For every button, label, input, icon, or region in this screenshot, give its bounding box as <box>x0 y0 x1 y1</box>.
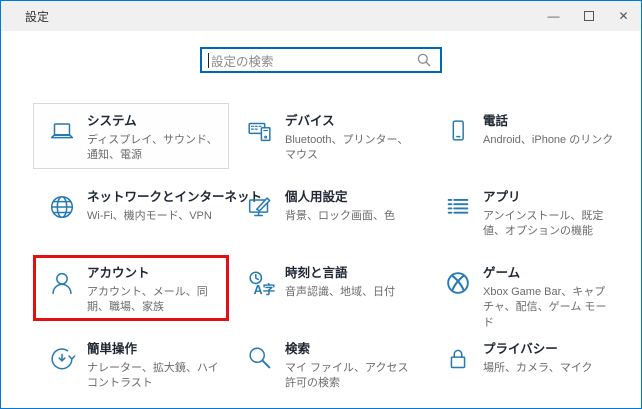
person-icon <box>47 268 77 298</box>
category-subtitle: ナレーター、拡大鏡、ハイコントラスト <box>87 362 219 390</box>
category-subtitle: Wi-Fi、機内モード、VPN <box>87 210 212 222</box>
category-title: プライバシー <box>483 342 558 356</box>
svg-text:A字: A字 <box>253 282 275 297</box>
settings-window: 設定 — ✕ 設定の検索 システムディスプレイ、サウンド、通知、電源 デバイス Bl… <box>0 0 642 409</box>
settings-search-input[interactable]: 設定の検索 <box>200 47 442 73</box>
category-title: 時刻と言語 <box>285 266 348 280</box>
lock-icon <box>443 344 473 374</box>
search-icon <box>416 52 432 68</box>
globe-icon <box>47 192 77 222</box>
category-title: ゲーム <box>483 266 521 280</box>
category-subtitle: マイ ファイル、アクセス許可の検索 <box>285 362 409 390</box>
close-button[interactable]: ✕ <box>606 1 641 31</box>
search-placeholder: 設定の検索 <box>211 54 274 69</box>
category-tile-text: 検索マイ ファイル、アクセス許可の検索 <box>285 342 418 392</box>
category-tile-search[interactable]: 検索マイ ファイル、アクセス許可の検索 <box>231 331 427 397</box>
category-tile-text: 個人用設定背景、ロック画面、色 <box>285 190 395 224</box>
category-tile-time-language[interactable]: A字 時刻と言語音声認識、地域、日付 <box>231 255 427 321</box>
maximize-button[interactable] <box>571 1 606 31</box>
category-title: アプリ <box>483 190 521 204</box>
minimize-icon: — <box>547 9 560 23</box>
category-subtitle: ディスプレイ、サウンド、通知、電源 <box>87 134 218 162</box>
smartphone-icon <box>443 116 473 146</box>
category-subtitle: 音声認識、地域、日付 <box>285 286 395 298</box>
xbox-icon <box>443 268 473 298</box>
ease-of-access-icon <box>47 344 77 374</box>
category-title: アカウント <box>87 266 150 280</box>
category-subtitle: Android、iPhone のリンク <box>483 134 614 146</box>
category-tile-personalization[interactable]: 個人用設定背景、ロック画面、色 <box>231 179 427 245</box>
category-title: デバイス <box>285 114 335 128</box>
category-tile-system[interactable]: システムディスプレイ、サウンド、通知、電源 <box>33 103 229 169</box>
category-tile-text: 簡単操作ナレーター、拡大鏡、ハイコントラスト <box>87 342 220 392</box>
category-tile-privacy[interactable]: プライバシー場所、カメラ、マイク <box>429 331 625 397</box>
close-icon: ✕ <box>618 9 629 23</box>
category-subtitle: Xbox Game Bar、キャプチャ、配信、ゲーム モード <box>483 286 607 329</box>
category-title: 個人用設定 <box>285 190 348 204</box>
maximize-icon <box>583 11 594 21</box>
category-tile-text: システムディスプレイ、サウンド、通知、電源 <box>87 114 220 164</box>
category-title: 検索 <box>285 342 311 356</box>
minimize-button[interactable]: — <box>536 1 571 31</box>
devices-icon <box>245 116 275 146</box>
category-tile-devices[interactable]: デバイス Bluetooth、プリンター、マウス <box>231 103 427 169</box>
window-controls: — ✕ <box>536 1 641 31</box>
category-title: 電話 <box>483 114 509 128</box>
category-subtitle: Bluetooth、プリンター、マウス <box>285 134 409 162</box>
category-tile-text: ゲーム Xbox Game Bar、キャプチャ、配信、ゲーム モード <box>483 266 616 331</box>
category-tile-text: アカウントアカウント、メール、同期、職場、家族 <box>87 266 220 316</box>
text-caret <box>208 52 209 68</box>
category-tile-phone[interactable]: 電話 Android、iPhone のリンク <box>429 103 625 169</box>
category-tile-accounts[interactable]: アカウントアカウント、メール、同期、職場、家族 <box>33 255 229 321</box>
category-subtitle: 場所、カメラ、マイク <box>483 362 593 374</box>
category-tile-ease-of-access[interactable]: 簡単操作ナレーター、拡大鏡、ハイコントラスト <box>33 331 229 397</box>
category-title: システム <box>87 114 137 128</box>
category-title: 簡単操作 <box>87 342 138 356</box>
category-subtitle: アンインストール、既定値、オプションの機能 <box>483 210 604 238</box>
category-subtitle: 背景、ロック画面、色 <box>285 210 395 222</box>
category-tile-text: デバイス Bluetooth、プリンター、マウス <box>285 114 418 164</box>
category-tile-text: 時刻と言語音声認識、地域、日付 <box>285 266 395 300</box>
list-icon <box>443 192 473 222</box>
magnifier-icon <box>245 344 275 374</box>
category-subtitle: アカウント、メール、同期、職場、家族 <box>87 286 208 314</box>
category-tile-gaming[interactable]: ゲーム Xbox Game Bar、キャプチャ、配信、ゲーム モード <box>429 255 625 329</box>
clock-language-icon: A字 <box>245 268 275 298</box>
monitor-brush-icon <box>245 192 275 222</box>
category-tile-network[interactable]: ネットワークとインターネット Wi-Fi、機内モード、VPN <box>33 179 262 245</box>
laptop-icon <box>47 116 77 146</box>
category-tile-text: プライバシー場所、カメラ、マイク <box>483 342 593 376</box>
category-tile-text: 電話 Android、iPhone のリンク <box>483 114 613 148</box>
settings-category-grid: システムディスプレイ、サウンド、通知、電源 デバイス Bluetooth、プリンター… <box>33 103 627 407</box>
category-tile-text: アプリアンインストール、既定値、オプションの機能 <box>483 190 616 240</box>
window-title: 設定 <box>25 9 50 24</box>
category-tile-apps[interactable]: アプリアンインストール、既定値、オプションの機能 <box>429 179 625 245</box>
